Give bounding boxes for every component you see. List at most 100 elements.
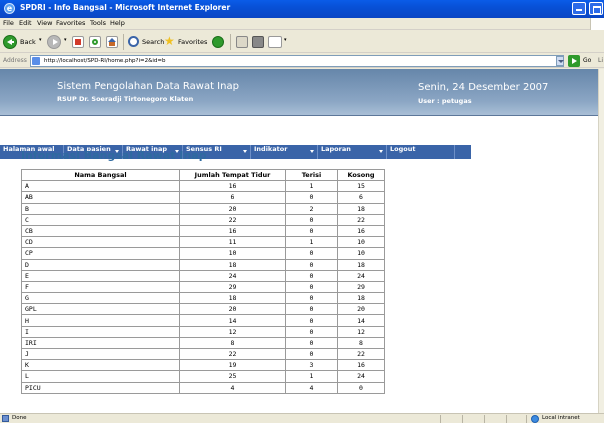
internet-explorer-icon: e [4, 3, 15, 14]
table-cell: 22 [337, 347, 385, 361]
address-input[interactable]: http://localhost/SPD-RI/home.php?i=2&id=… [30, 55, 564, 67]
system-title: Sistem Pengolahan Data Rawat Inap [57, 81, 239, 92]
table-cell: L [21, 370, 180, 383]
table-header-row: Nama Bangsal Jumlah Tempat Tidur Terisi … [21, 168, 385, 182]
minimize-button[interactable] [572, 2, 586, 15]
nav-item-laporan[interactable]: Laporan [318, 145, 387, 159]
table-row: G 18 0 18 [21, 292, 385, 305]
search-icon[interactable] [128, 36, 139, 47]
table-cell: 0 [285, 303, 338, 316]
table-cell: 18 [337, 292, 385, 305]
back-arrow-icon [7, 39, 14, 45]
table-row: K 19 3 16 [21, 359, 385, 372]
table-cell: 0 [285, 347, 338, 361]
table-cell: 14 [179, 314, 286, 327]
table-cell: B [21, 202, 180, 215]
table-cell: 16 [179, 180, 286, 193]
favorites-label[interactable]: Favorites [178, 38, 207, 54]
favorites-star-icon[interactable]: ★ [164, 34, 175, 50]
zone-text: Local intranet [542, 415, 580, 421]
nav-item-label: Laporan [321, 145, 351, 153]
table-cell: 1 [285, 236, 338, 249]
table-cell: 0 [285, 269, 338, 282]
table-cell: 20 [179, 202, 286, 215]
table-cell: 16 [337, 359, 385, 372]
table-row: CP 10 0 10 [21, 247, 385, 260]
table-cell: E [21, 269, 180, 282]
forward-dropdown-icon[interactable]: ▾ [64, 37, 67, 53]
table-cell: AB [21, 191, 180, 204]
table-row: GPL 20 0 20 [21, 303, 385, 316]
go-button[interactable] [568, 55, 580, 67]
table-row: L 25 1 24 [21, 370, 385, 383]
table-cell: 25 [179, 370, 286, 383]
menu-edit[interactable]: Edit [19, 19, 32, 27]
table-cell: 10 [337, 247, 385, 260]
hospital-name: RSUP Dr. Soeradji Tirtonegoro Klaten [57, 95, 194, 103]
status-separator [506, 415, 507, 423]
status-separator [462, 415, 463, 423]
table-cell: 0 [285, 336, 338, 350]
table-cell: CB [21, 224, 180, 238]
table-cell: J [21, 347, 180, 361]
table-cell: 18 [337, 202, 385, 215]
mail-icon[interactable] [236, 36, 248, 48]
table-cell: 20 [337, 303, 385, 316]
column-header: Jumlah Tempat Tidur [179, 168, 286, 182]
history-icon[interactable] [212, 36, 224, 48]
status-separator [526, 415, 527, 423]
menu-file[interactable]: File [3, 19, 14, 27]
forward-button[interactable] [47, 35, 61, 49]
title-bar[interactable]: e SPDRI - Info Bangsal - Microsoft Inter… [0, 0, 604, 18]
page-done-icon [2, 415, 9, 422]
table-row: E 24 0 24 [21, 269, 385, 282]
table-row: F 29 0 29 [21, 280, 385, 294]
page-icon [32, 57, 40, 65]
back-button[interactable] [3, 35, 17, 49]
table-cell: 18 [179, 258, 286, 271]
table-row: AB 6 0 6 [21, 191, 385, 204]
table-cell: 20 [179, 303, 286, 316]
vertical-scrollbar[interactable] [598, 69, 604, 413]
nav-item-indikator[interactable]: Indikator [251, 145, 318, 159]
print-icon[interactable] [252, 36, 264, 48]
table-cell: 11 [179, 236, 286, 249]
table-row: A 16 1 15 [21, 180, 385, 193]
search-label[interactable]: Search [142, 38, 164, 54]
menu-help[interactable]: Help [110, 19, 125, 27]
go-label[interactable]: Go [583, 57, 591, 64]
stop-icon[interactable] [72, 36, 84, 48]
column-header: Kosong [337, 168, 385, 182]
edit-icon[interactable] [268, 36, 282, 48]
nav-item-logout[interactable]: Logout [387, 145, 455, 159]
status-bar: Done Local intranet [0, 413, 604, 423]
table-row: CB 16 0 16 [21, 224, 385, 238]
table-cell: 15 [337, 180, 385, 193]
table-cell: 16 [337, 224, 385, 238]
edit-dropdown-icon[interactable]: ▾ [284, 37, 287, 53]
menu-favorites[interactable]: Favorites [56, 19, 85, 27]
table-cell: 1 [285, 180, 338, 193]
toolbar-separator [230, 34, 231, 50]
refresh-icon[interactable] [89, 36, 101, 48]
table-cell: A [21, 180, 180, 193]
address-dropdown-button[interactable] [556, 56, 564, 66]
table-cell: 0 [285, 258, 338, 271]
home-icon[interactable] [106, 36, 118, 48]
menu-view[interactable]: View [37, 19, 52, 27]
table-cell: CP [21, 247, 180, 260]
maximize-button[interactable] [589, 2, 603, 15]
dropdown-caret-icon [243, 150, 247, 153]
page-viewport: Sistem Pengolahan Data Rawat Inap RSUP D… [0, 69, 604, 413]
table-cell: 0 [285, 325, 338, 338]
column-header: Nama Bangsal [21, 168, 180, 182]
links-label[interactable]: Li [598, 57, 603, 64]
table-cell: 24 [179, 269, 286, 282]
table-row: D 18 0 18 [21, 258, 385, 271]
table-cell: 4 [179, 381, 286, 394]
back-label[interactable]: Back [20, 38, 36, 54]
dropdown-caret-icon [379, 150, 383, 153]
menu-tools[interactable]: Tools [90, 19, 106, 27]
table-row: I 12 0 12 [21, 325, 385, 338]
back-dropdown-icon[interactable]: ▾ [39, 37, 42, 53]
